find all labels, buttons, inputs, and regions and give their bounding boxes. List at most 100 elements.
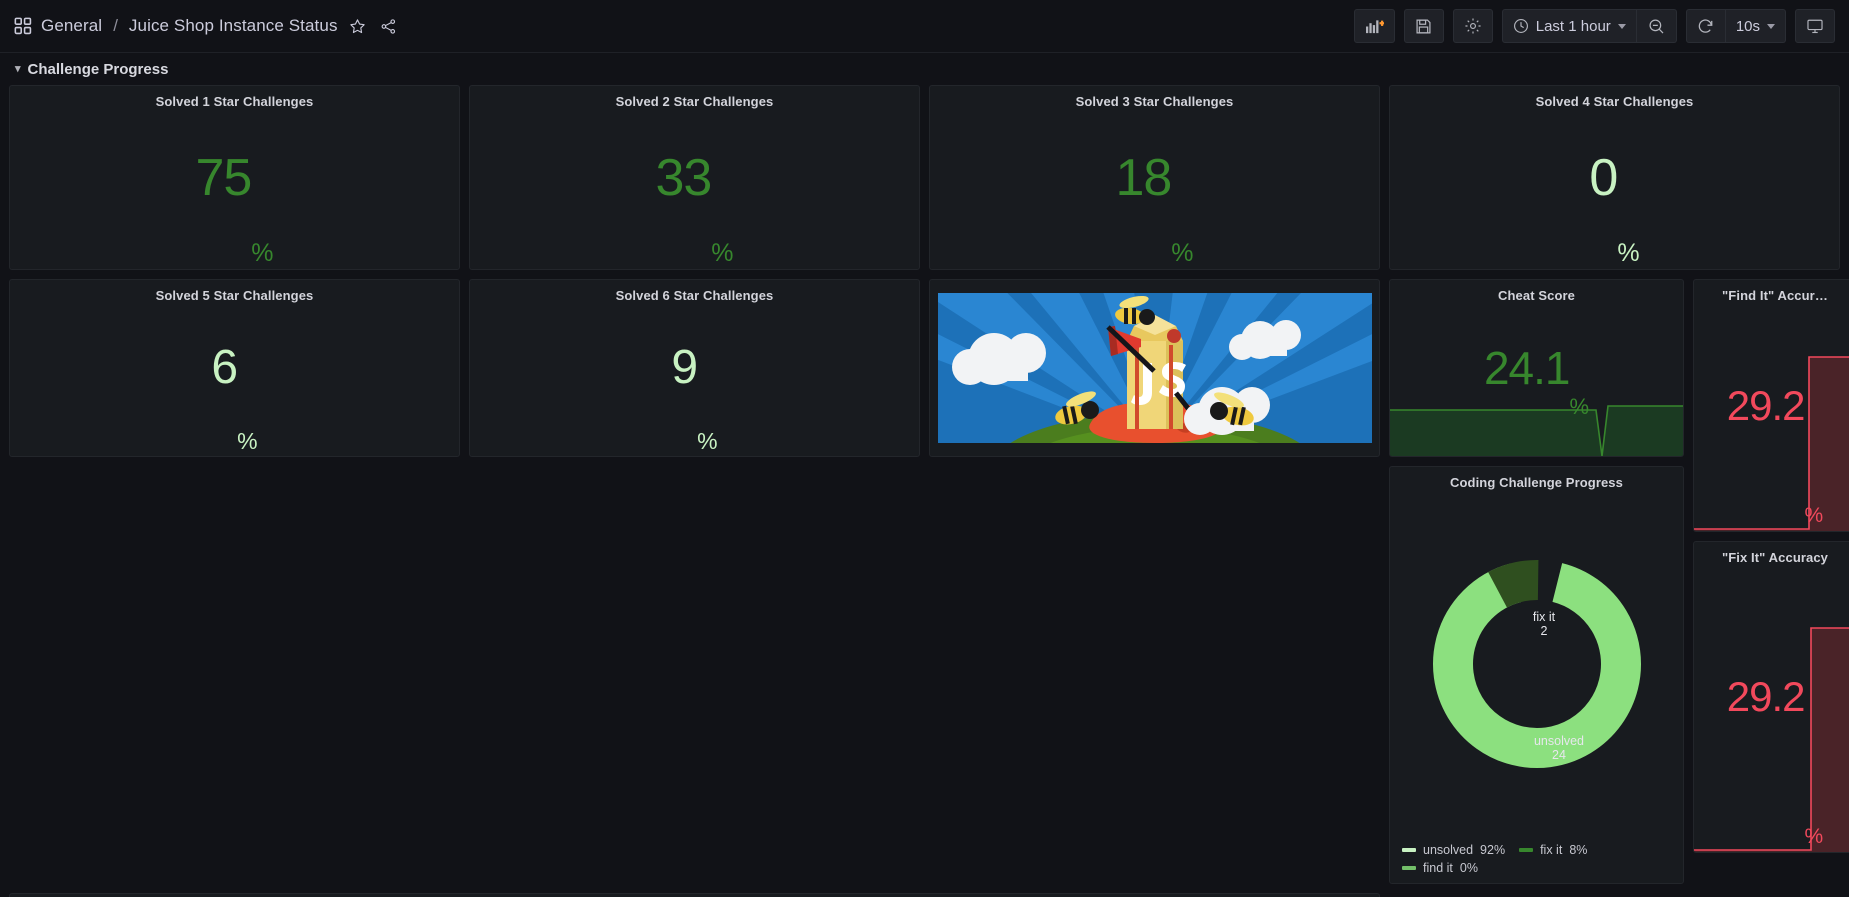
legend-percent: 8% — [1569, 843, 1588, 857]
stat-unit: % — [1617, 239, 1640, 267]
stat-value-group: 18 % — [930, 86, 1379, 269]
stat-unit: % — [1804, 825, 1824, 848]
donut-label-fix-it: fix it — [1532, 610, 1555, 624]
panel-find-it-accuracy[interactable]: "Find It" Accur… 29.2 % — [1693, 279, 1849, 532]
panel-solved-5-star[interactable]: Solved 5 Star Challenges 6 % — [9, 279, 460, 457]
legend-item-find-it[interactable]: find it 0% — [1402, 861, 1478, 875]
category-row: Solved Challenges by Category Broken Acc… — [9, 893, 1840, 897]
legend-item-unsolved[interactable]: unsolved 92% — [1402, 843, 1505, 857]
cheat-and-donut-column: Cheat Score 24.1 % Coding Challenge Prog… — [1389, 279, 1684, 884]
stat-value: 33 — [655, 148, 712, 207]
panel-title: Solved 5 Star Challenges — [155, 288, 314, 303]
zoom-out-icon[interactable] — [1636, 9, 1677, 43]
breadcrumb-separator: / — [113, 16, 118, 35]
stat-unit: % — [1171, 239, 1194, 267]
stat-unit: % — [237, 428, 258, 454]
donut-legend: unsolved 92% fix it 8% find it 0% — [1402, 843, 1675, 875]
donut-svg: fix it 2 unsolved 24 — [1432, 560, 1641, 768]
toolbar: Last 1 hour 10s — [1353, 9, 1835, 43]
legend-swatch — [1402, 848, 1416, 852]
panel-title: Solved 4 Star Challenges — [1535, 94, 1694, 109]
stat-value-group: 9 % — [470, 280, 919, 456]
breadcrumb-folder[interactable]: General — [41, 16, 102, 36]
panel-fix-it-accuracy[interactable]: "Fix It" Accuracy 29.2 % — [1693, 541, 1849, 853]
stat-unit: % — [1804, 504, 1824, 527]
stat-value: 24.1 — [1483, 342, 1571, 394]
refresh-interval-label: 10s — [1735, 17, 1760, 35]
legend-swatch — [1519, 848, 1534, 852]
sparkline — [1390, 405, 1683, 456]
stat-value-group: 0 % — [1390, 86, 1839, 269]
share-icon[interactable] — [378, 15, 400, 37]
time-controls: Last 1 hour — [1501, 9, 1677, 43]
stat-value-group: 29.2 % — [1694, 542, 1849, 852]
legend-label: unsolved — [1423, 843, 1474, 857]
stat-value-group: 75 % — [10, 86, 459, 269]
panel-title: Solved 1 Star Challenges — [155, 94, 314, 109]
stat-unit: % — [711, 239, 734, 267]
stat-value: 29.2 — [1726, 381, 1806, 429]
dashboards-grid-icon[interactable] — [14, 17, 32, 35]
top-navbar: General / Juice Shop Instance Status Las… — [0, 0, 1849, 53]
stat-value: 29.2 — [1726, 673, 1806, 720]
stat-value-group: 33 % — [470, 86, 919, 269]
stat-value: 18 — [1115, 148, 1172, 207]
panel-title: Cheat Score — [1498, 288, 1575, 303]
refresh-controls: 10s — [1685, 9, 1786, 43]
panel-solved-2-star[interactable]: Solved 2 Star Challenges 33 % — [469, 85, 920, 270]
time-range-label: Last 1 hour — [1535, 17, 1611, 35]
stat-value: 0 — [1589, 148, 1618, 207]
refresh-interval-picker[interactable]: 10s — [1725, 9, 1786, 43]
donut-value-fix-it: 2 — [1540, 624, 1547, 638]
stat-row-1: Solved 1 Star Challenges 75 % Solved 2 S… — [9, 85, 1840, 270]
chevron-down-icon: ▾ — [15, 62, 21, 75]
chevron-down-icon — [1617, 23, 1626, 29]
donut-label-unsolved: unsolved — [1533, 734, 1583, 748]
dashboard-body: ▾ Challenge Progress Solved 1 Star Chall… — [0, 53, 1849, 897]
panel-solved-6-star[interactable]: Solved 6 Star Challenges 9 % — [469, 279, 920, 457]
row-label: Challenge Progress — [27, 60, 169, 78]
dashboard-row-header[interactable]: ▾ Challenge Progress — [9, 53, 1840, 85]
donut-chart: fix it 2 unsolved 24 — [1390, 497, 1683, 831]
stat-value: 75 — [195, 148, 252, 207]
stat-row-2-wrapper: Solved 5 Star Challenges 6 % Solved 6 St… — [9, 279, 1849, 884]
gear-icon[interactable] — [1452, 9, 1493, 43]
clock-icon — [1513, 19, 1528, 33]
stat-unit: % — [251, 239, 274, 267]
page-title[interactable]: Juice Shop Instance Status — [129, 16, 338, 36]
stat-value: 6 — [211, 341, 238, 394]
stat-value-group: 29.2 % — [1694, 280, 1849, 531]
legend-swatch — [1402, 866, 1416, 870]
legend-percent: 92% — [1480, 843, 1506, 857]
juice-shop-logo-panel[interactable] — [929, 279, 1380, 457]
panel-coding-challenge-progress[interactable]: Coding Challenge Progress fix it 2 unsol… — [1389, 466, 1684, 884]
stat-row-2: Solved 5 Star Challenges 6 % Solved 6 St… — [9, 279, 1380, 457]
panel-cheat-score[interactable]: Cheat Score 24.1 % — [1389, 279, 1684, 457]
stat-value-group: 6 % — [10, 280, 459, 456]
accuracy-column: "Find It" Accur… 29.2 % "Fix It" Accurac… — [1693, 279, 1849, 884]
legend-item-fix-it[interactable]: fix it 8% — [1519, 843, 1587, 857]
panel-solved-challenges-by-category[interactable]: Solved Challenges by Category Broken Acc… — [9, 893, 1380, 897]
add-panel-icon[interactable] — [1353, 9, 1395, 43]
legend-percent: 0% — [1459, 861, 1478, 875]
panel-title: Solved 6 Star Challenges — [615, 288, 774, 303]
legend-label: find it — [1423, 861, 1453, 875]
panel-solved-1-star[interactable]: Solved 1 Star Challenges 75 % — [9, 85, 460, 270]
legend-label: fix it — [1540, 843, 1563, 857]
donut-value-unsolved: 24 — [1552, 748, 1566, 762]
juice-shop-logo — [937, 293, 1372, 443]
panel-solved-4-star[interactable]: Solved 4 Star Challenges 0 % — [1389, 85, 1840, 270]
breadcrumb: General / Juice Shop Instance Status — [14, 15, 400, 37]
refresh-icon[interactable] — [1685, 9, 1726, 43]
stat-value: 9 — [671, 341, 698, 394]
time-range-picker[interactable]: Last 1 hour — [1501, 9, 1637, 43]
star-icon[interactable] — [347, 15, 369, 37]
stat-unit: % — [697, 428, 718, 454]
save-dashboard-icon[interactable] — [1403, 9, 1444, 43]
panel-solved-3-star[interactable]: Solved 3 Star Challenges 18 % — [929, 85, 1380, 270]
tv-kiosk-icon[interactable] — [1795, 9, 1835, 43]
panel-title: Coding Challenge Progress — [1450, 475, 1623, 490]
panel-title: Solved 3 Star Challenges — [1075, 94, 1234, 109]
panel-title: Solved 2 Star Challenges — [615, 94, 774, 109]
chevron-down-icon — [1767, 23, 1775, 29]
